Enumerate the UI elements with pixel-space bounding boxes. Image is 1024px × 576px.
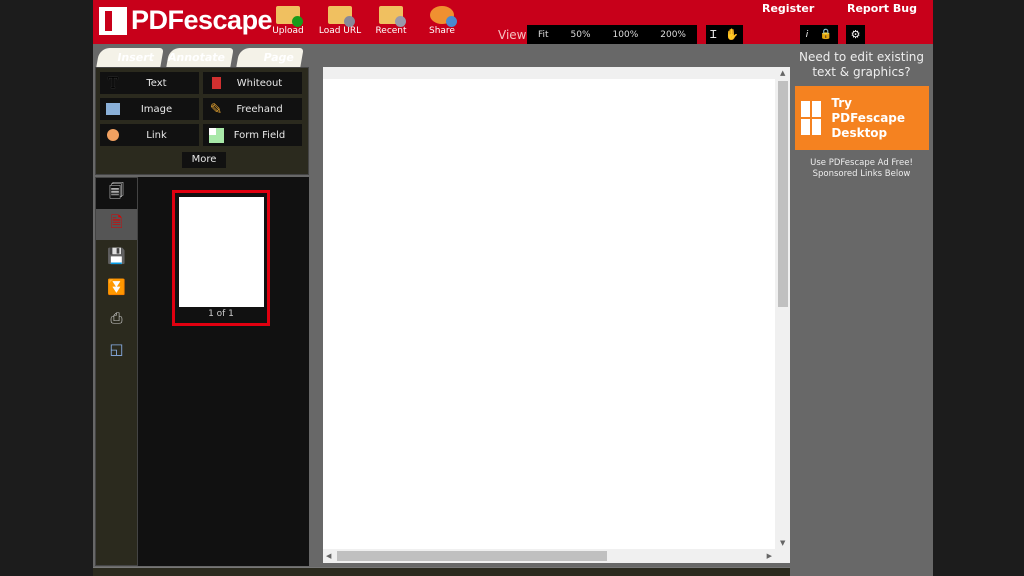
tool-label: Form Field — [233, 129, 286, 141]
document-viewer: ▲ ▼ ◀ ▶ — [323, 67, 790, 563]
ad-panel: Need to edit existing text & graphics? T… — [790, 44, 933, 576]
vertical-scrollbar[interactable]: ▲ ▼ — [776, 67, 790, 549]
upload-button[interactable]: Upload — [263, 6, 313, 36]
thumbnail-page — [179, 197, 264, 307]
tool-label: Link — [146, 129, 167, 141]
link-folder-icon — [328, 6, 355, 27]
more-button[interactable]: More — [182, 152, 226, 168]
download-icon[interactable]: ⏬ — [96, 271, 137, 302]
save-icon[interactable]: 💾 — [96, 240, 137, 271]
cursor-tools: Ɪ ✋ — [706, 25, 743, 44]
image-icon — [104, 101, 122, 117]
vertical-scroll-thumb[interactable] — [778, 81, 788, 307]
pages-icon[interactable]: 🗐 — [96, 178, 137, 209]
share-label: Share — [429, 26, 455, 36]
thumbnail-panel: 1 of 1 — [138, 177, 309, 566]
app: PDFescape Upload Load URL Recent Share V… — [93, 0, 933, 576]
pencil-icon: ✎ — [209, 100, 223, 118]
sidebar-strip: 🗐 🗎 💾 ⏬ ⎙ ◱ — [95, 177, 138, 566]
pdf-file-icon[interactable]: 🗎 — [96, 209, 137, 240]
hand-cursor-icon[interactable]: ✋ — [725, 28, 739, 41]
horizontal-scrollbar[interactable]: ◀ ▶ — [323, 549, 775, 563]
tool-label: Freehand — [236, 103, 283, 115]
tool-label: Whiteout — [236, 77, 283, 89]
zoom-fit[interactable]: Fit — [538, 30, 549, 40]
ad-free-link[interactable]: Use PDFescape Ad Free! — [790, 158, 933, 169]
text-tool[interactable]: T Text — [100, 72, 199, 94]
info-icon[interactable]: i — [806, 30, 809, 40]
info-lock-tools: i 🔒 — [800, 25, 838, 44]
whiteout-tool[interactable]: Whiteout — [203, 72, 302, 94]
text-cursor-icon[interactable]: Ɪ — [710, 27, 716, 42]
logo-mark-icon — [99, 6, 127, 35]
sponsored-note: Sponsored Links Below — [812, 169, 911, 179]
whiteout-icon — [207, 75, 225, 91]
load-url-label: Load URL — [318, 26, 362, 36]
recent-label: Recent — [375, 26, 407, 36]
bottom-bar — [93, 567, 790, 576]
scroll-right-icon[interactable]: ▶ — [767, 552, 772, 560]
zoom-50[interactable]: 50% — [571, 30, 591, 40]
settings-button[interactable]: ⚙ — [846, 25, 865, 44]
tab-page[interactable]: Page — [236, 48, 304, 67]
lock-icon[interactable]: 🔒 — [820, 29, 832, 40]
tool-label: Text — [146, 77, 167, 89]
logo[interactable]: PDFescape — [99, 5, 273, 36]
image-tool[interactable]: Image — [100, 98, 199, 120]
upload-label: Upload — [272, 26, 304, 36]
page-layout-icon[interactable]: ◱ — [96, 333, 137, 364]
tab-insert[interactable]: Insert — [96, 48, 164, 67]
tab-annotate[interactable]: Annotate — [166, 48, 234, 67]
link-tool[interactable]: Link — [100, 124, 199, 146]
report-bug-link[interactable]: Report Bug — [847, 2, 917, 15]
link-icon — [104, 127, 122, 143]
header: PDFescape Upload Load URL Recent Share V… — [93, 0, 933, 44]
zoom-200[interactable]: 200% — [660, 30, 686, 40]
thumbnail-caption: 1 of 1 — [208, 309, 234, 319]
register-link[interactable]: Register — [762, 2, 814, 15]
text-icon: T — [107, 74, 118, 92]
try-desktop-button[interactable]: Try PDFescape Desktop — [794, 86, 929, 150]
ad-heading: Need to edit existing text & graphics? — [798, 50, 924, 79]
insert-tools: T Text Whiteout Image ✎ Freehand Link Form… — [95, 67, 309, 175]
try-desktop-label: Try PDFescape Desktop — [831, 95, 906, 140]
print-icon[interactable]: ⎙ — [96, 302, 137, 333]
scroll-down-icon[interactable]: ▼ — [780, 539, 785, 547]
gear-icon: ⚙ — [850, 28, 861, 41]
view-label: View — [498, 28, 527, 42]
tool-tabs: Insert Annotate Page — [96, 48, 304, 67]
windows-icon — [800, 101, 822, 135]
recent-folder-icon — [379, 6, 406, 27]
upload-folder-icon — [276, 6, 303, 27]
zoom-100[interactable]: 100% — [613, 30, 639, 40]
recent-button[interactable]: Recent — [366, 6, 416, 36]
tool-label: Image — [140, 103, 173, 115]
logo-text: PDFescape — [131, 5, 273, 35]
share-button[interactable]: Share — [417, 6, 467, 36]
form-field-icon — [207, 127, 225, 143]
share-people-icon — [430, 6, 457, 27]
load-url-button[interactable]: Load URL — [315, 6, 365, 36]
scroll-left-icon[interactable]: ◀ — [326, 552, 331, 560]
form-field-tool[interactable]: Form Field — [203, 124, 302, 146]
pdf-page[interactable] — [323, 79, 775, 549]
freehand-tool[interactable]: ✎ Freehand — [203, 98, 302, 120]
zoom-bar: Fit 50% 100% 200% — [527, 25, 697, 44]
scroll-up-icon[interactable]: ▲ — [780, 69, 785, 77]
horizontal-scroll-thumb[interactable] — [337, 551, 607, 561]
page-thumbnail[interactable]: 1 of 1 — [172, 190, 270, 326]
